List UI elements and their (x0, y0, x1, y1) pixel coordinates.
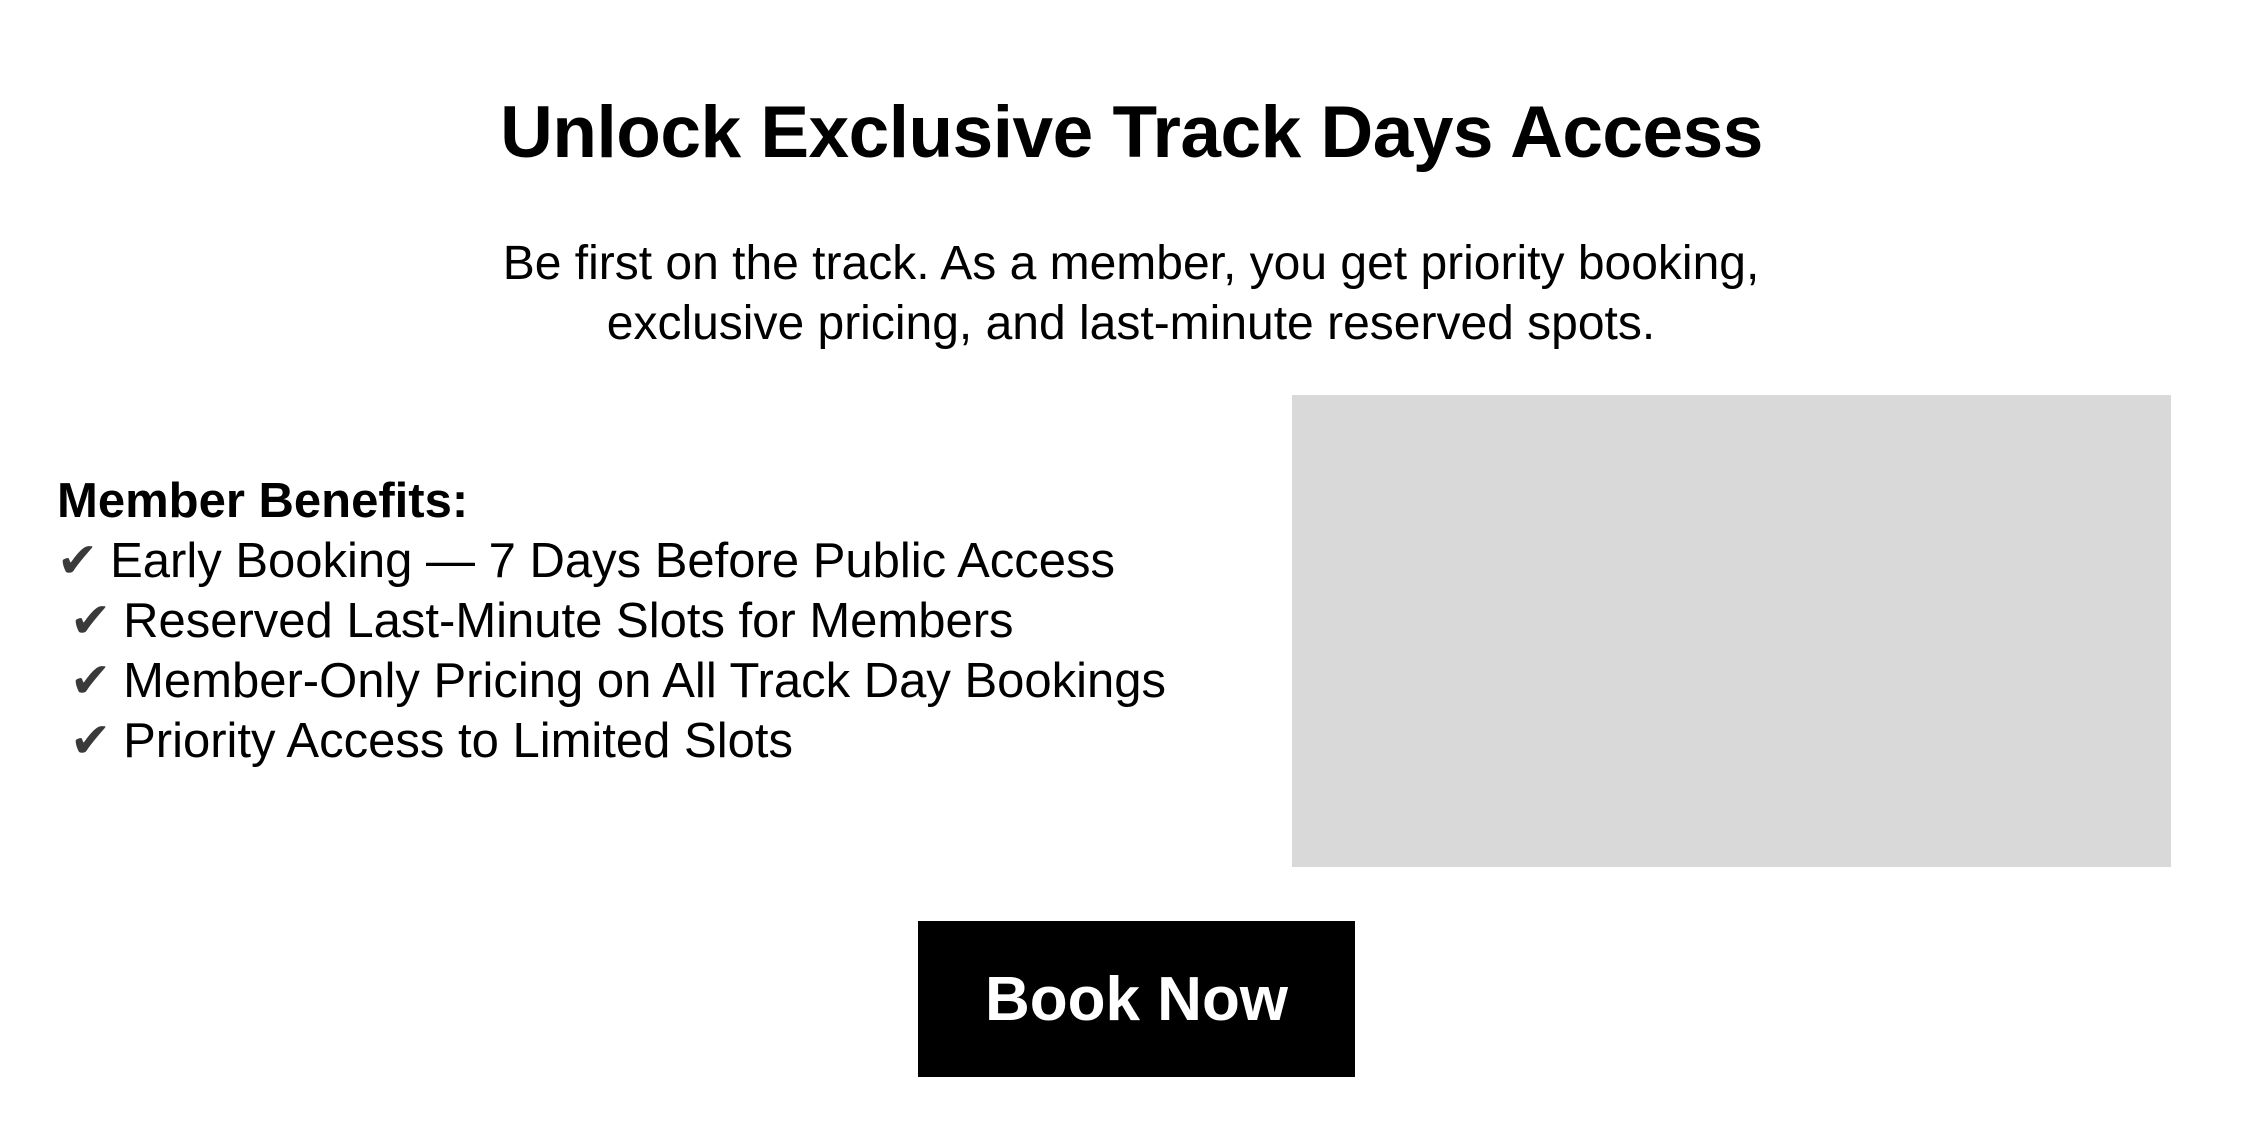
benefits-heading: Member Benefits: (57, 474, 469, 528)
benefit-label: Priority Access to Limited Slots (123, 714, 793, 768)
subtitle-line-2: exclusive pricing, and last-minute reser… (606, 297, 1656, 350)
check-icon: ✔ (70, 712, 112, 769)
benefit-item-early-booking: ✔ Early Booking — 7 Days Before Public Ac… (57, 531, 1257, 591)
benefit-item-priority-access: ✔ Priority Access to Limited Slots (57, 711, 1257, 771)
image-placeholder (1292, 395, 2171, 867)
benefit-label: Reserved Last-Minute Slots for Members (123, 594, 1014, 648)
benefit-item-reserved-slots: ✔ Reserved Last-Minute Slots for Members (57, 591, 1257, 651)
page-title: Unlock Exclusive Track Days Access (500, 92, 1763, 173)
check-icon: ✔ (57, 532, 99, 589)
check-icon: ✔ (70, 652, 112, 709)
page: Unlock Exclusive Track Days Access Be fi… (0, 0, 2263, 1142)
benefit-label: Member-Only Pricing on All Track Day Boo… (123, 654, 1167, 708)
subtitle-line-1: Be first on the track. As a member, you … (502, 237, 1760, 290)
page-subtitle: Be first on the track. As a member, you … (331, 234, 1931, 354)
benefit-list: ✔ Early Booking — 7 Days Before Public Ac… (57, 531, 1257, 771)
member-benefits: Member Benefits: ✔ Early Booking — 7 Days… (57, 471, 1257, 771)
check-icon: ✔ (70, 592, 112, 649)
benefit-item-member-pricing: ✔ Member-Only Pricing on All Track Day Bo… (57, 651, 1257, 711)
book-now-button[interactable]: Book Now (918, 921, 1355, 1077)
benefit-label: Early Booking — 7 Days Before Public Acc… (110, 534, 1116, 588)
